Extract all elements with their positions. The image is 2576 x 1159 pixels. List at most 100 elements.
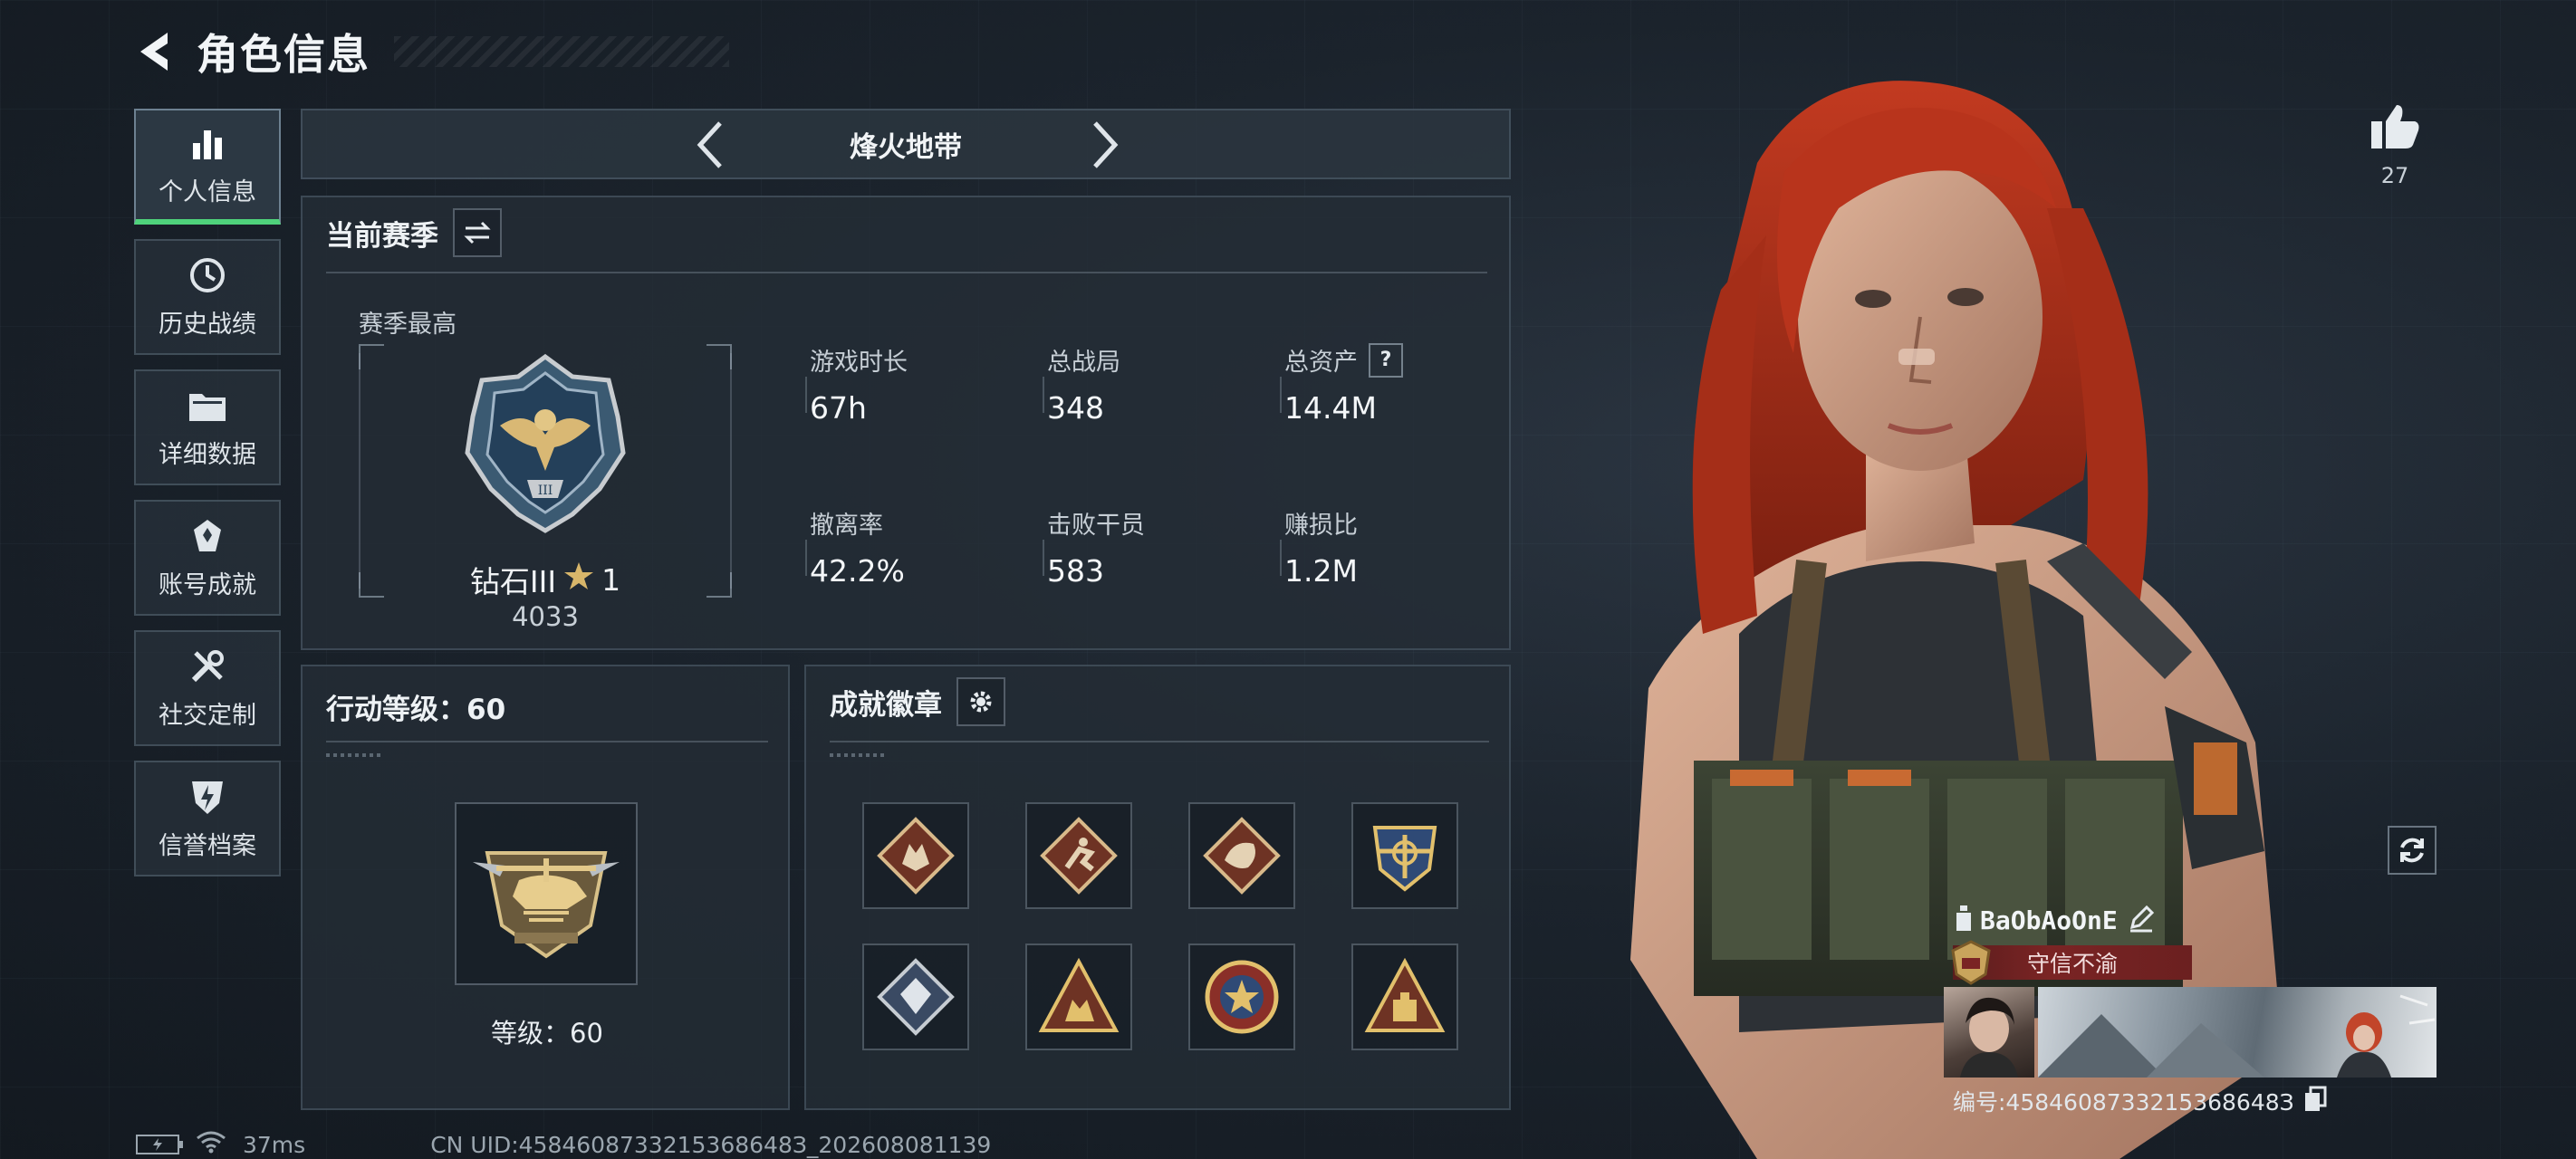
divider-dots xyxy=(830,753,884,757)
stat-separator xyxy=(1280,540,1282,576)
sidebar-nav: 个人信息 历史战绩 详细数据 账号成就 社交定制 信誉档案 xyxy=(134,109,281,891)
frame-line xyxy=(730,353,732,589)
sidebar-item-personal-info[interactable]: 个人信息 xyxy=(134,109,281,225)
back-arrow-icon[interactable] xyxy=(131,26,177,77)
achievement-badge-4[interactable] xyxy=(1351,802,1458,909)
frame-corner xyxy=(359,344,384,369)
sidebar-item-history[interactable]: 历史战绩 xyxy=(134,239,281,355)
sidebar-item-achievements[interactable]: 账号成就 xyxy=(134,500,281,616)
achievement-badge-6[interactable] xyxy=(1025,943,1132,1050)
sidebar-item-label: 详细数据 xyxy=(159,440,256,469)
stat-value: 583 xyxy=(1047,553,1104,589)
stat-play-time: 游戏时长 67h xyxy=(810,342,908,426)
wings-emblem-icon xyxy=(1372,826,1437,892)
like-count: 27 xyxy=(2380,163,2409,188)
help-icon[interactable]: ? xyxy=(1369,342,1403,378)
diamond-rank-emblem-icon: III xyxy=(464,353,627,538)
stat-separator xyxy=(805,540,807,576)
stat-separator xyxy=(1043,377,1044,413)
season-title: 当前赛季 xyxy=(326,219,438,253)
achievements-divider xyxy=(830,741,1489,742)
stat-label-row: 总资产 ? xyxy=(1284,342,1403,378)
stat-separator xyxy=(805,377,807,413)
stat-value: 67h xyxy=(810,390,867,426)
achievements-header: 成就徽章 xyxy=(830,677,1005,726)
sidebar-item-label: 账号成就 xyxy=(159,570,256,599)
folder-icon xyxy=(187,386,227,426)
thumbs-up-icon[interactable] xyxy=(2359,101,2431,156)
stat-value: 348 xyxy=(1047,390,1104,426)
level-divider xyxy=(326,741,768,742)
season-panel: 当前赛季 赛季最高 III 钻石III 1 4033 游戏时长 67h 总战局 … xyxy=(301,196,1511,650)
battery-icon xyxy=(136,1135,183,1154)
divider-dots xyxy=(326,753,380,757)
achievement-badge-3[interactable] xyxy=(1188,802,1295,909)
level-text: 等级：60 xyxy=(491,1018,603,1049)
player-title-text: 守信不渝 xyxy=(2026,951,2118,977)
player-name-row: BaObAoOnE xyxy=(1956,904,2156,936)
bar-chart-icon xyxy=(187,123,227,163)
switch-season-button[interactable] xyxy=(453,208,502,257)
dragon-badge-icon xyxy=(1203,817,1281,895)
sidebar-item-social[interactable]: 社交定制 xyxy=(134,630,281,746)
stat-operators-defeated: 击败干员 583 xyxy=(1047,505,1145,589)
achievement-badge-7[interactable] xyxy=(1188,943,1295,1050)
stat-label: 赚损比 xyxy=(1284,512,1358,540)
runner-badge-icon xyxy=(1040,817,1118,895)
action-level-panel: 行动等级：60 等级：60 xyxy=(301,665,790,1110)
player-name: BaObAoOnE xyxy=(1980,905,2118,935)
sidebar-item-label: 历史战绩 xyxy=(159,310,256,339)
server-uid-text: CN UID:4584608733215368648З_202608081139 xyxy=(430,1131,992,1158)
like-group: 27 xyxy=(2359,101,2431,188)
refresh-button[interactable] xyxy=(2388,826,2437,875)
sidebar-item-label: 个人信息 xyxy=(159,177,256,206)
stat-value: 14.4M xyxy=(1284,390,1377,426)
ping-value: 37ms xyxy=(243,1131,306,1158)
achievement-badge-8[interactable] xyxy=(1351,943,1458,1050)
stat-value: 1.2M xyxy=(1284,553,1358,589)
stat-separator xyxy=(1280,377,1282,413)
gear-icon xyxy=(970,691,992,713)
rank-star-icon xyxy=(563,561,594,598)
achievement-badge-5[interactable] xyxy=(862,943,969,1050)
rank-name: 钻石III xyxy=(469,564,557,599)
frame-line xyxy=(359,353,360,589)
player-name-card-banner xyxy=(2038,987,2437,1078)
copy-icon[interactable] xyxy=(2303,1086,2327,1116)
player-title-banner: 守信不渝 xyxy=(1951,940,2192,985)
wolf-badge-icon xyxy=(877,817,955,895)
stat-profit-loss-ratio: 赚损比 1.2M xyxy=(1284,505,1358,589)
player-status-icon xyxy=(1956,905,1971,934)
mode-next-arrow-icon[interactable] xyxy=(1078,118,1132,172)
diamond-crest-icon xyxy=(877,958,955,1036)
title-decoration xyxy=(394,36,729,67)
sidebar-item-credit[interactable]: 信誉档案 xyxy=(134,761,281,876)
season-header: 当前赛季 xyxy=(326,208,502,257)
stat-extraction-rate: 撤离率 42.2% xyxy=(810,505,905,589)
svg-text:III: III xyxy=(538,484,553,498)
sidebar-item-label: 社交定制 xyxy=(159,701,256,730)
badge-settings-button[interactable] xyxy=(956,677,1005,726)
achievement-badge-2[interactable] xyxy=(1025,802,1132,909)
stat-total-matches: 总战局 348 xyxy=(1047,342,1120,426)
soldiers-triangle-icon xyxy=(1038,958,1120,1032)
frame-corner xyxy=(706,344,732,369)
page-header: 角色信息 xyxy=(131,20,729,83)
edit-name-icon[interactable] xyxy=(2127,904,2156,936)
achievement-icon xyxy=(187,516,227,556)
sidebar-item-detailed-data[interactable]: 详细数据 xyxy=(134,369,281,485)
sidebar-item-label: 信誉档案 xyxy=(159,831,256,860)
mode-prev-arrow-icon[interactable] xyxy=(683,118,737,172)
level-badge-frame[interactable] xyxy=(455,802,638,985)
stat-total-assets: 总资产 ? 14.4M xyxy=(1284,342,1403,426)
player-card-strip[interactable] xyxy=(1944,987,2437,1078)
rank-stars: 1 xyxy=(601,561,621,598)
season-divider xyxy=(326,272,1487,273)
wifi-icon xyxy=(196,1130,226,1159)
rank-name-row: 钻石III 1 xyxy=(359,558,732,601)
status-footer: 37ms CN UID:4584608733215368648З_2026080… xyxy=(136,1130,991,1159)
achievement-badges-panel: 成就徽章 xyxy=(804,665,1511,1110)
player-uid: 编号:4584608733215368648З xyxy=(1953,1089,2294,1116)
stat-label: 总资产 xyxy=(1284,349,1358,377)
achievement-badge-1[interactable] xyxy=(862,802,969,909)
